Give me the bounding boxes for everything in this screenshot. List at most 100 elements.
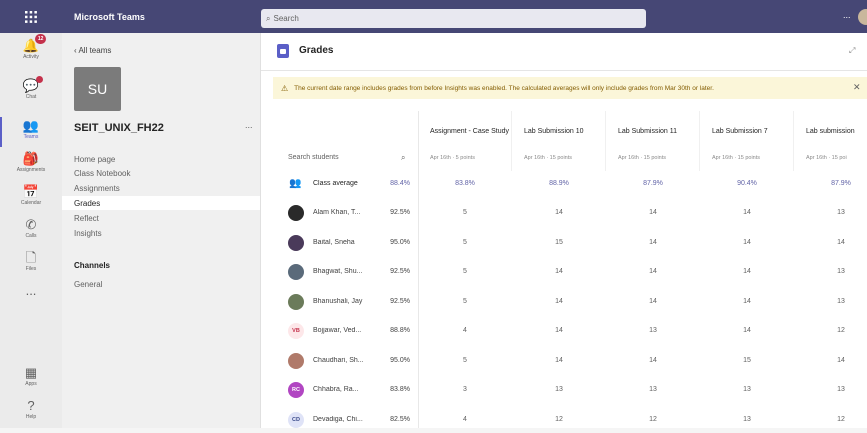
student-name[interactable]: Alam Khan, T... bbox=[313, 209, 371, 216]
grade-cell[interactable]: 15 bbox=[512, 239, 606, 246]
rail-label: Apps bbox=[25, 381, 37, 387]
column-title: Lab Submission 11 bbox=[618, 128, 678, 135]
student-name[interactable]: Devadiga, Chi... bbox=[313, 416, 371, 423]
student-row[interactable]: Baital, Sneha 95.0% 5 15 14 14 14 bbox=[273, 230, 867, 257]
grade-cell[interactable]: 12 bbox=[794, 327, 867, 334]
rail-chat[interactable]: 💬 Chat bbox=[0, 73, 62, 113]
grade-cell[interactable]: 5 bbox=[418, 357, 512, 364]
grade-cell[interactable]: 15 bbox=[700, 357, 794, 364]
grade-cell[interactable]: 5 bbox=[418, 268, 512, 275]
grade-cell[interactable]: 14 bbox=[794, 239, 867, 246]
student-row[interactable]: CD Devadiga, Chi... 82.5% 4 12 12 13 12 bbox=[273, 407, 867, 429]
grade-cell[interactable]: 14 bbox=[512, 327, 606, 334]
grade-cell: 88.9% bbox=[549, 180, 569, 187]
search-students-input[interactable]: Search students bbox=[288, 154, 339, 161]
grade-cell[interactable]: 13 bbox=[700, 416, 794, 423]
grade-cell[interactable]: 14 bbox=[794, 357, 867, 364]
close-icon[interactable]: ✕ bbox=[853, 82, 861, 93]
student-row[interactable]: Alam Khan, T... 92.5% 5 14 14 14 13 bbox=[273, 200, 867, 227]
student-row[interactable]: Chaudhari, Sh... 95.0% 5 14 14 15 14 bbox=[273, 348, 867, 375]
average-grade: 92.5% bbox=[390, 268, 410, 275]
waffle-icon[interactable] bbox=[0, 0, 62, 33]
grade-cell[interactable]: 13 bbox=[606, 386, 700, 393]
grade-cell[interactable]: 13 bbox=[700, 386, 794, 393]
nav-grades[interactable]: Grades bbox=[62, 196, 260, 210]
nav-reflect[interactable]: Reflect bbox=[62, 211, 260, 225]
column-header[interactable]: Lab Submission 11 Apr 16th · 15 points bbox=[606, 111, 700, 171]
column-header[interactable]: Lab Submission 7 Apr 16th · 15 points bbox=[700, 111, 794, 171]
rail-activity[interactable]: 🔔 12 Activity bbox=[0, 33, 62, 73]
grade-cell[interactable]: 13 bbox=[606, 327, 700, 334]
student-name[interactable]: Chaudhari, Sh... bbox=[313, 357, 371, 364]
grade-cell[interactable]: 14 bbox=[700, 268, 794, 275]
class-average-row[interactable]: 👥 Class average 88.4% 83.8% 88.9% 87.9% 90.4% 8… bbox=[273, 171, 867, 198]
student-name[interactable]: Baital, Sneha bbox=[313, 239, 371, 246]
search-icon[interactable]: ⌕ bbox=[401, 153, 405, 163]
grade-cell[interactable]: 14 bbox=[700, 327, 794, 334]
grade-cell[interactable]: 14 bbox=[606, 298, 700, 305]
grade-cell[interactable]: 14 bbox=[606, 268, 700, 275]
group-icon: 👥 bbox=[289, 178, 302, 189]
grade-cell[interactable]: 14 bbox=[606, 239, 700, 246]
column-header[interactable]: Assignment - Case Study Apr 16th · 5 poin… bbox=[418, 111, 512, 171]
column-header[interactable]: Lab submission Apr 16th · 15 poi bbox=[794, 111, 867, 171]
column-header[interactable]: Lab Submission 10 Apr 16th · 15 points bbox=[512, 111, 606, 171]
grade-cell[interactable]: 14 bbox=[512, 209, 606, 216]
chat-dot-badge bbox=[36, 76, 44, 83]
student-name[interactable]: Bojjawar, Ved... bbox=[313, 327, 371, 334]
rail-label: Calls bbox=[25, 233, 37, 239]
grade-cell[interactable]: 14 bbox=[700, 239, 794, 246]
grade-cell[interactable]: 14 bbox=[606, 357, 700, 364]
nav-class-notebook[interactable]: Class Notebook bbox=[62, 166, 260, 180]
student-name[interactable]: Bhagwat, Shu... bbox=[313, 268, 371, 275]
nav-home-page[interactable]: Home page bbox=[62, 152, 260, 166]
student-name[interactable]: Bhanushali, Jay bbox=[313, 298, 371, 305]
grade-cell[interactable]: 4 bbox=[418, 416, 512, 423]
grade-cell[interactable]: 12 bbox=[512, 416, 606, 423]
grade-cell[interactable]: 14 bbox=[700, 298, 794, 305]
teams-icon: 👥 bbox=[22, 118, 40, 133]
grade-cell[interactable]: 14 bbox=[700, 209, 794, 216]
user-avatar[interactable] bbox=[858, 9, 867, 25]
nav-assignments[interactable]: Assignments bbox=[62, 181, 260, 195]
avatar bbox=[288, 234, 304, 251]
grade-cell[interactable]: 13 bbox=[794, 298, 867, 305]
grade-cell[interactable]: 14 bbox=[512, 268, 606, 275]
more-options-button[interactable]: ... bbox=[843, 10, 851, 20]
grade-cell[interactable]: 13 bbox=[794, 268, 867, 275]
chat-icon: 💬 bbox=[23, 76, 44, 93]
student-row[interactable]: Bhanushali, Jay 92.5% 5 14 14 14 13 bbox=[273, 289, 867, 316]
grade-cell[interactable]: 14 bbox=[512, 298, 606, 305]
all-teams-link[interactable]: ‹ All teams bbox=[74, 46, 111, 55]
grade-cell[interactable]: 4 bbox=[418, 327, 512, 334]
search-input[interactable]: ⌕ Search bbox=[261, 9, 646, 28]
grade-cell[interactable]: 14 bbox=[512, 357, 606, 364]
expand-icon[interactable]: ⤢ bbox=[849, 46, 855, 56]
nav-insights[interactable]: Insights bbox=[62, 226, 260, 240]
student-name[interactable]: Chhabra, Ra... bbox=[313, 386, 371, 393]
help-icon: ? bbox=[27, 398, 35, 413]
grade-cell[interactable]: 5 bbox=[418, 209, 512, 216]
grade-cell[interactable]: 5 bbox=[418, 298, 512, 305]
column-subtitle: Apr 16th · 15 points bbox=[712, 155, 761, 161]
student-row[interactable]: Bhagwat, Shu... 92.5% 5 14 14 14 13 bbox=[273, 259, 867, 286]
grade-cell[interactable]: 12 bbox=[794, 416, 867, 423]
rail-more[interactable]: ... bbox=[0, 278, 62, 318]
grade-cell[interactable]: 5 bbox=[418, 239, 512, 246]
rail-label: Chat bbox=[25, 94, 37, 100]
channel-general[interactable]: General bbox=[74, 280, 102, 289]
rail-label: Assignments bbox=[16, 167, 46, 173]
grade-cell[interactable]: 12 bbox=[606, 416, 700, 423]
grade-cell[interactable]: 13 bbox=[794, 209, 867, 216]
student-row[interactable]: RC Chhabra, Ra... 83.8% 3 13 13 13 13 bbox=[273, 377, 867, 404]
team-more-button[interactable]: ... bbox=[245, 120, 253, 130]
team-panel: ‹ All teams SU SEIT_UNIX_FH22 ... Home p… bbox=[62, 33, 261, 428]
grade-cell[interactable]: 13 bbox=[794, 386, 867, 393]
student-row[interactable]: VB Bojjawar, Ved... 88.8% 4 14 13 14 12 bbox=[273, 318, 867, 345]
rail-help[interactable]: ? Help bbox=[0, 393, 62, 433]
avatar bbox=[288, 264, 304, 280]
search-placeholder: Search bbox=[273, 14, 299, 23]
grade-cell[interactable]: 14 bbox=[606, 209, 700, 216]
grade-cell[interactable]: 13 bbox=[512, 386, 606, 393]
grade-cell[interactable]: 3 bbox=[418, 386, 512, 393]
